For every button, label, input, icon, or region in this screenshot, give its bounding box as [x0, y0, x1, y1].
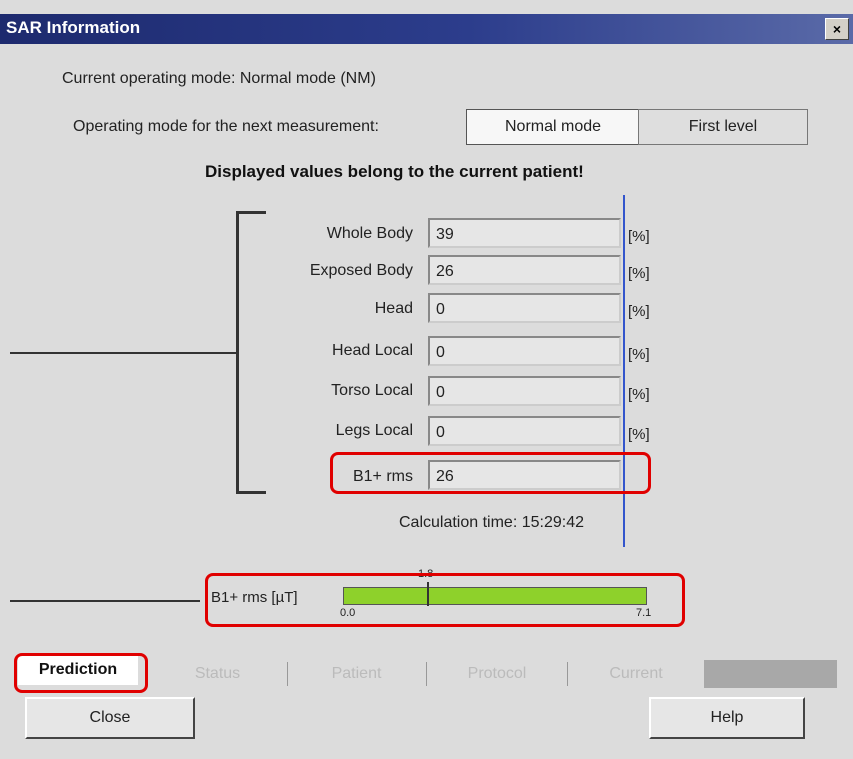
sar-information-dialog: SAR Information × Current operating mode… [0, 0, 853, 759]
bracket-top [236, 211, 266, 214]
tab-strip-filler [704, 660, 837, 688]
value-field-head-local: 0 [428, 336, 621, 366]
unit-exposed-body: [%] [628, 265, 650, 282]
highlight-prediction-tab [14, 653, 148, 693]
highlight-b1-rms-row [330, 452, 651, 494]
value-field-whole-body: 39 [428, 218, 621, 248]
calculation-time: Calculation time: 15:29:42 [399, 514, 584, 531]
tab-current[interactable]: Current [568, 660, 704, 688]
connector-line [10, 352, 238, 354]
mode-option-normal[interactable]: Normal mode [466, 109, 640, 145]
help-button[interactable]: Help [649, 697, 805, 739]
close-icon[interactable]: × [825, 18, 849, 40]
row-label-torso-local: Torso Local [331, 382, 413, 399]
row-label-head: Head [374, 300, 413, 317]
row-label-head-local: Head Local [332, 342, 413, 359]
dialog-title: SAR Information [6, 18, 141, 37]
tab-status[interactable]: Status [150, 660, 285, 688]
highlight-gauge [205, 573, 685, 627]
title-bar[interactable]: SAR Information × [0, 14, 853, 44]
tab-protocol[interactable]: Protocol [427, 660, 567, 688]
divider-line [623, 195, 625, 547]
tab-patient[interactable]: Patient [288, 660, 425, 688]
gauge-connector-line [10, 600, 200, 602]
next-mode-label: Operating mode for the next measurement: [73, 118, 379, 135]
unit-torso-local: [%] [628, 386, 650, 403]
bracket-bottom [236, 491, 266, 494]
value-field-legs-local: 0 [428, 416, 621, 446]
unit-head: [%] [628, 303, 650, 320]
value-field-torso-local: 0 [428, 376, 621, 406]
current-mode-text: Current operating mode: Normal mode (NM) [62, 70, 376, 87]
row-label-whole-body: Whole Body [326, 225, 413, 242]
value-field-exposed-body: 26 [428, 255, 621, 285]
row-label-legs-local: Legs Local [335, 422, 413, 439]
unit-whole-body: [%] [628, 228, 650, 245]
value-field-head: 0 [428, 293, 621, 323]
unit-legs-local: [%] [628, 426, 650, 443]
mode-option-first-level[interactable]: First level [638, 109, 808, 145]
row-label-exposed-body: Exposed Body [309, 262, 413, 279]
patient-warning: Displayed values belong to the current p… [205, 162, 584, 181]
unit-head-local: [%] [628, 346, 650, 363]
close-button[interactable]: Close [25, 697, 195, 739]
